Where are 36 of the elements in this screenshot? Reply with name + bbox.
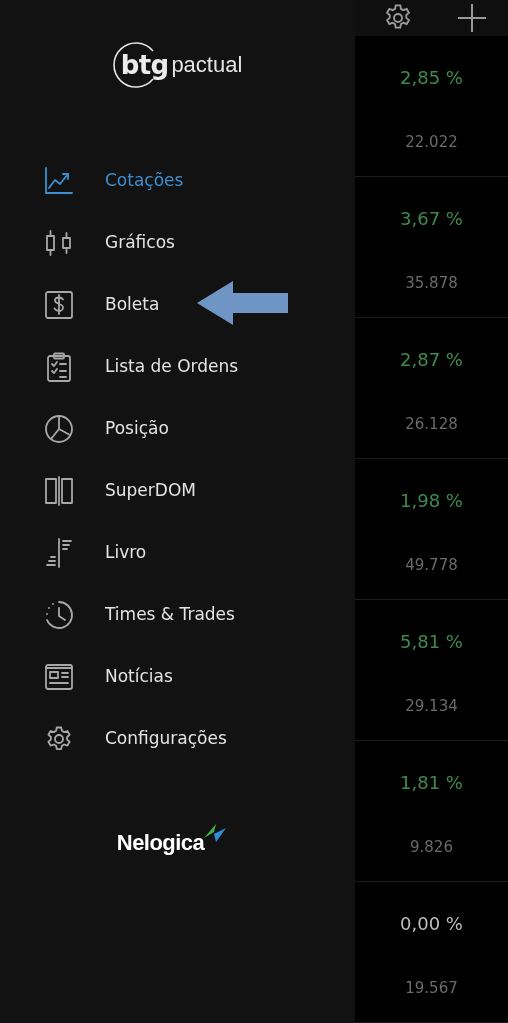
clipboard-checklist-icon bbox=[44, 352, 74, 382]
volume-value: 9.826 bbox=[410, 837, 453, 858]
pie-chart-icon bbox=[44, 414, 74, 444]
order-book-icon bbox=[44, 538, 74, 568]
menu-item[interactable]: Gráficos bbox=[0, 212, 355, 274]
clock-icon bbox=[44, 600, 74, 630]
volume-value: 26.128 bbox=[405, 414, 458, 435]
menu-item[interactable]: Times & Trades bbox=[0, 584, 355, 646]
change-percent: 1,98 % bbox=[400, 489, 463, 513]
menu-item[interactable]: Cotações bbox=[0, 150, 355, 212]
change-percent: 1,81 % bbox=[400, 771, 463, 795]
change-percent: 5,81 % bbox=[400, 630, 463, 654]
volume-value: 22.022 bbox=[405, 132, 458, 153]
menu-item[interactable]: Configurações bbox=[0, 708, 355, 770]
menu-item[interactable]: Posição bbox=[0, 398, 355, 460]
menu-item[interactable]: SuperDOM bbox=[0, 460, 355, 522]
add-icon[interactable] bbox=[456, 3, 487, 33]
change-percent: 2,87 % bbox=[400, 348, 463, 372]
newspaper-icon bbox=[44, 662, 74, 692]
menu-item[interactable]: Lista de Ordens bbox=[0, 336, 355, 398]
menu-item[interactable]: Boleta bbox=[0, 274, 355, 336]
columns-icon bbox=[44, 476, 74, 506]
change-percent: 0,00 % bbox=[400, 912, 463, 936]
menu-item[interactable]: Livro bbox=[0, 522, 355, 584]
brand-logo: btg pactual bbox=[112, 40, 243, 90]
volume-value: 29.134 bbox=[405, 696, 458, 717]
line-chart-icon bbox=[44, 166, 74, 196]
change-percent: 2,85 % bbox=[400, 66, 463, 90]
candlestick-icon bbox=[44, 228, 74, 258]
volume-value: 35.878 bbox=[405, 273, 458, 294]
volume-value: 49.778 bbox=[405, 555, 458, 576]
volume-value: 19.567 bbox=[405, 978, 458, 999]
change-percent: 3,67 % bbox=[400, 207, 463, 231]
dollar-square-icon bbox=[44, 290, 74, 320]
menu-item[interactable]: Notícias bbox=[0, 646, 355, 708]
company-logo: Nelogica bbox=[116, 820, 229, 854]
